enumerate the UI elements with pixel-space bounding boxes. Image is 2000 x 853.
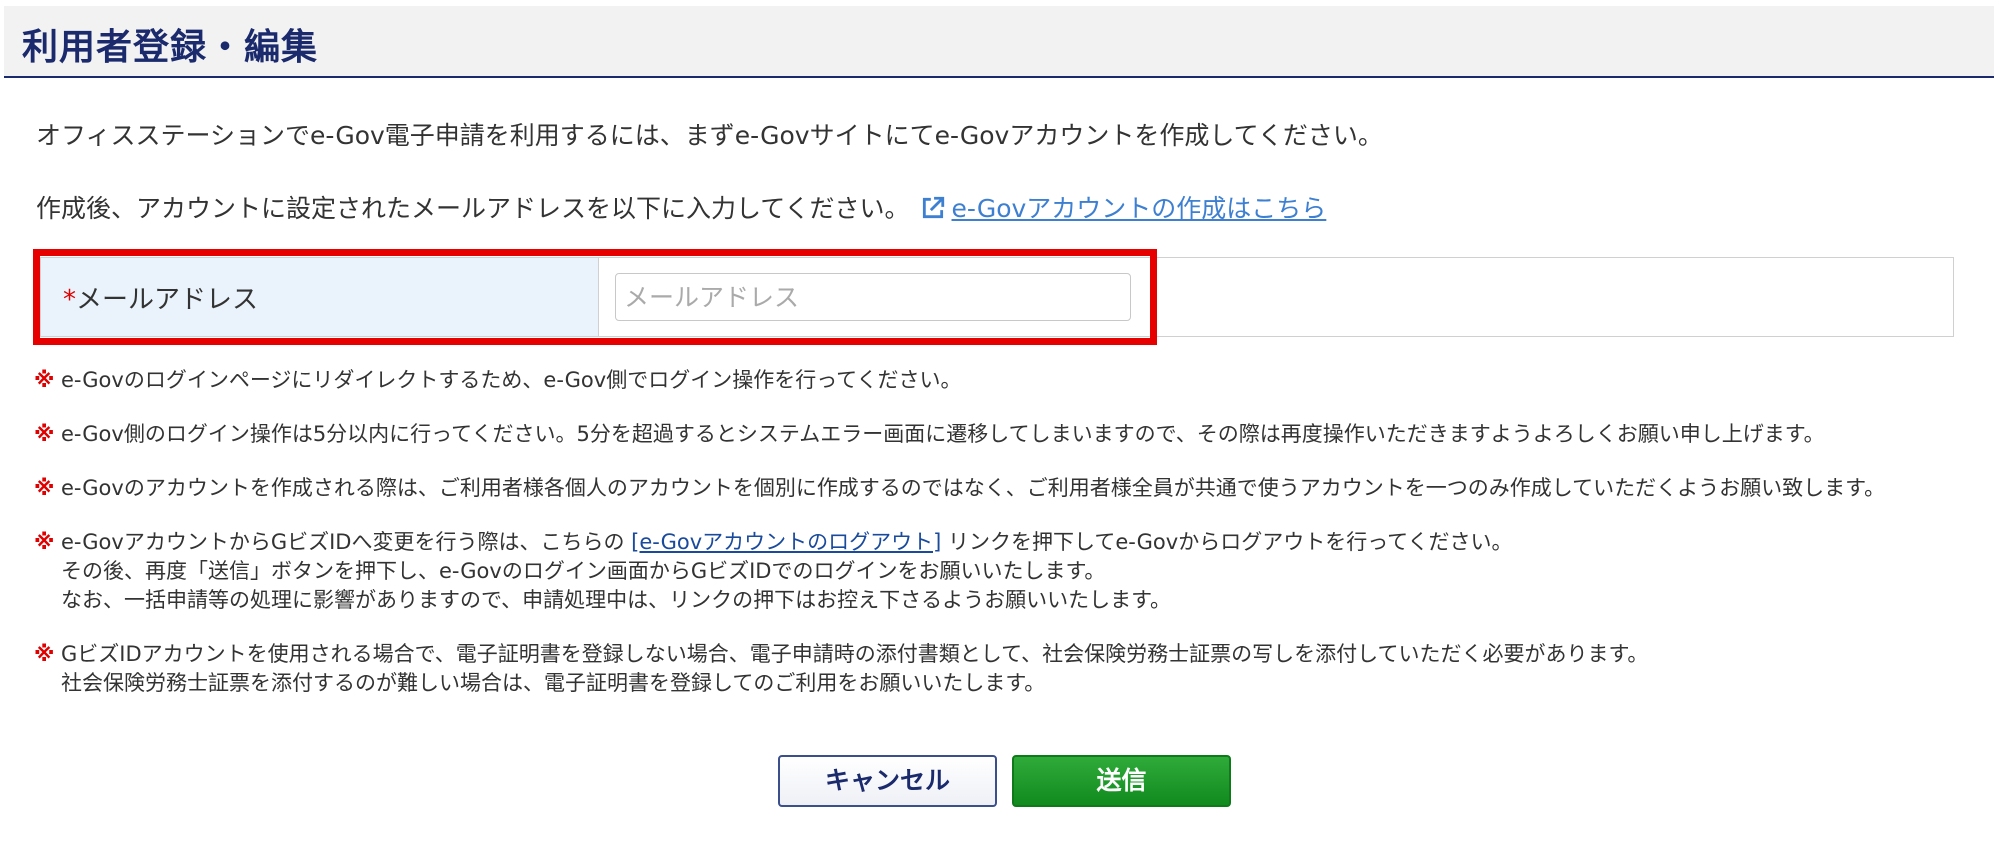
note-mark: ※ (34, 422, 55, 446)
note-4-before: e-GovアカウントからGビズIDへ変更を行う際は、こちらの (61, 530, 632, 554)
note-1-text: e-Govのログインページにリダイレクトするため、e-Gov側でログイン操作を行… (61, 368, 962, 392)
intro-line-2: 作成後、アカウントに設定されたメールアドレスを以下に入力してください。 e-Go… (36, 189, 1326, 225)
note-5: ※ GビズIDアカウントを使用される場合で、電子証明書を登録しない場合、電子申請… (34, 640, 1964, 698)
submit-button[interactable]: 送信 (1012, 755, 1231, 807)
intro-line-1: オフィスステーションでe-Gov電子申請を利用するには、まずe-Govサイトにて… (36, 121, 1383, 150)
note-4-line-2: その後、再度「送信」ボタンを押下し、e-Govのログイン画面からGビズIDでのロ… (61, 559, 1106, 583)
note-4-line-1: e-GovアカウントからGビズIDへ変更を行う際は、こちらの [e-Govアカウ… (61, 528, 1964, 557)
email-label: *メールアドレス (63, 279, 258, 316)
cancel-button[interactable]: キャンセル (778, 755, 997, 807)
email-label-cell: *メールアドレス (41, 258, 599, 336)
note-mark: ※ (34, 476, 55, 500)
note-3: ※ e-Govのアカウントを作成される際は、ご利用者様各個人のアカウントを個別に… (34, 474, 1964, 503)
note-5-line-1: GビズIDアカウントを使用される場合で、電子証明書を登録しない場合、電子申請時の… (61, 642, 1649, 666)
note-5-line-2: 社会保険労務士証票を添付するのが難しい場合は、電子証明書を登録してのご利用をお願… (61, 671, 1046, 695)
page-header: 利用者登録・編集 (4, 6, 1994, 78)
note-2-text: e-Gov側のログイン操作は5分以内に行ってください。5分を超過するとシステムエ… (61, 422, 1825, 446)
egov-account-create-link[interactable]: e-Govアカウントの作成はこちら (952, 194, 1327, 223)
note-3-text: e-Govのアカウントを作成される際は、ご利用者様各個人のアカウントを個別に作成… (61, 476, 1886, 500)
external-link-icon[interactable] (920, 195, 946, 221)
email-label-text: メールアドレス (76, 285, 259, 315)
note-4-after: リンクを押下してe-Govからログアウトを行ってください。 (941, 530, 1513, 554)
required-mark: * (63, 285, 76, 315)
note-mark: ※ (34, 368, 55, 392)
email-input[interactable] (615, 273, 1131, 321)
note-1: ※ e-Govのログインページにリダイレクトするため、e-Gov側でログイン操作… (34, 366, 1964, 395)
email-form-row: *メールアドレス (40, 257, 1954, 337)
notes-section: ※ e-Govのログインページにリダイレクトするため、e-Gov側でログイン操作… (34, 366, 1964, 723)
note-2: ※ e-Gov側のログイン操作は5分以内に行ってください。5分を超過するとシステ… (34, 420, 1964, 449)
note-mark: ※ (34, 530, 55, 554)
user-registration-page: 利用者登録・編集 オフィスステーションでe-Gov電子申請を利用するには、まずe… (0, 0, 2000, 853)
page-title: 利用者登録・編集 (22, 27, 319, 68)
intro-line-2-text: 作成後、アカウントに設定されたメールアドレスを以下に入力してください。 (36, 194, 910, 223)
note-4-line-3: なお、一括申請等の処理に影響がありますので、申請処理中は、リンクの押下はお控え下… (61, 588, 1172, 612)
note-mark: ※ (34, 642, 55, 666)
note-4: ※ e-GovアカウントからGビズIDへ変更を行う際は、こちらの [e-Govア… (34, 528, 1964, 615)
egov-logout-link[interactable]: [e-Govアカウントのログアウト] (631, 530, 941, 554)
